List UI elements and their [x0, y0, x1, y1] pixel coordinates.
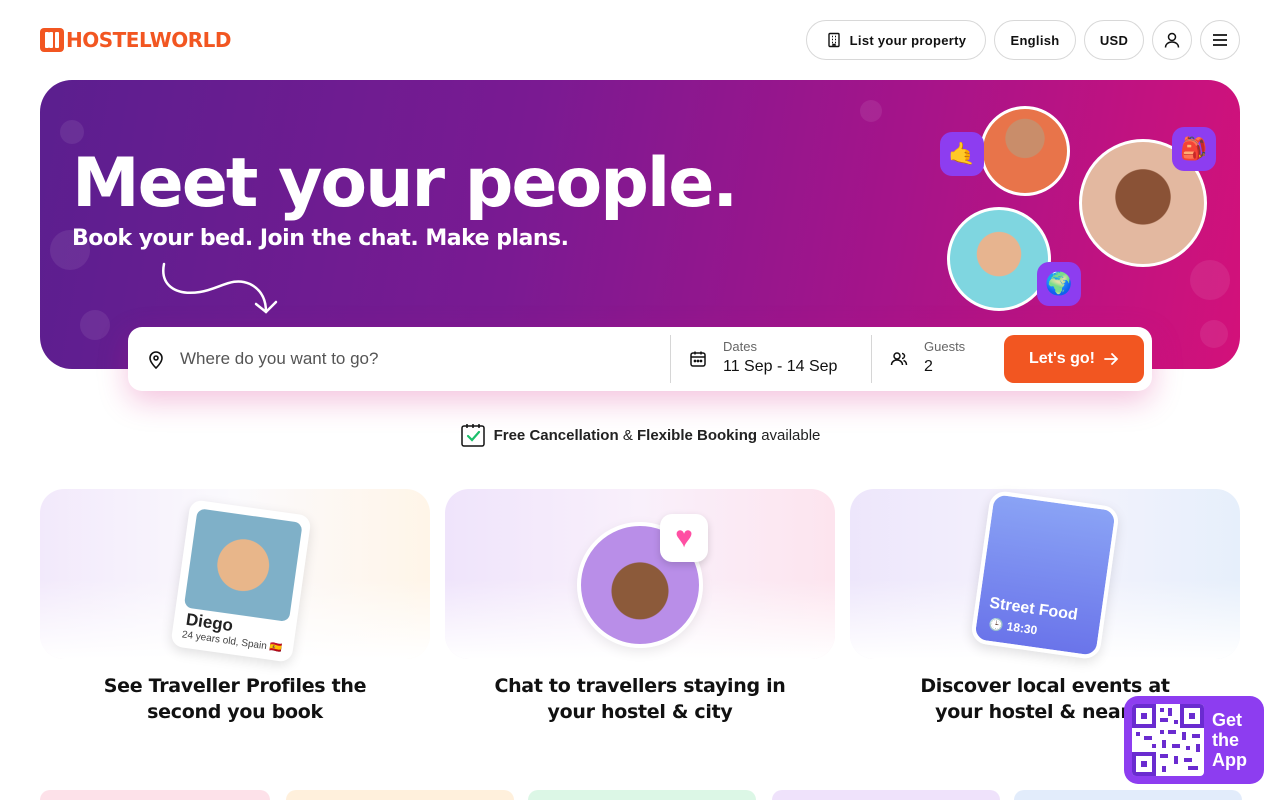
- backpack-icon: 🎒: [1172, 127, 1216, 171]
- traveller-profile-card: Diego 24 years old, Spain 🇪🇸: [170, 499, 312, 663]
- globe-icon: 🌍: [1037, 262, 1081, 306]
- shaka-hand-icon: 🤙: [940, 132, 984, 176]
- search-bar: Dates 11 Sep - 14 Sep Guests 2 Let's go!: [128, 327, 1152, 391]
- menu-button[interactable]: [1200, 20, 1240, 60]
- category-card[interactable]: [772, 790, 1000, 800]
- joiner-text: &: [622, 426, 633, 444]
- arrow-right-icon: [1104, 353, 1119, 365]
- category-card[interactable]: [40, 790, 270, 800]
- destination-input[interactable]: [180, 343, 660, 375]
- get-app-line: App: [1212, 750, 1247, 770]
- search-submit-button[interactable]: Let's go!: [1004, 335, 1144, 383]
- feature-title-line: your hostel & city: [547, 701, 733, 723]
- guests-field[interactable]: Guests 2: [872, 327, 1002, 391]
- free-cancellation-text: Free Cancellation: [493, 426, 619, 444]
- category-card[interactable]: [286, 790, 514, 800]
- list-property-label: List your property: [849, 32, 967, 48]
- event-time-value: 18:30: [1005, 619, 1039, 638]
- building-icon: [827, 32, 840, 48]
- account-button[interactable]: [1152, 20, 1192, 60]
- get-app-label: Get the App: [1212, 710, 1247, 770]
- decor-dot: [1190, 260, 1230, 300]
- free-cancellation-banner: Free Cancellation & Flexible Booking ava…: [0, 422, 1280, 448]
- list-property-button[interactable]: List your property: [806, 20, 986, 60]
- decor-dot: [860, 100, 882, 122]
- qr-code-pattern: [1132, 704, 1204, 776]
- hero-title: Meet your people.: [72, 144, 738, 223]
- dates-field[interactable]: Dates 11 Sep - 14 Sep: [671, 327, 871, 391]
- event-card: Street Food 🕒 18:30: [969, 489, 1121, 661]
- currency-button[interactable]: USD: [1084, 20, 1144, 60]
- guests-value: 2: [924, 358, 933, 375]
- category-card[interactable]: [1014, 790, 1242, 800]
- language-button[interactable]: English: [994, 20, 1076, 60]
- decor-dot: [1200, 320, 1228, 348]
- curly-arrow-icon: [162, 262, 278, 314]
- flexible-booking-text: Flexible Booking: [637, 426, 758, 444]
- qr-code-icon: [1132, 704, 1204, 776]
- available-text: available: [761, 426, 821, 444]
- hamburger-icon: [1213, 34, 1227, 46]
- feature-title-line: second you book: [147, 701, 323, 723]
- dates-label: Dates: [723, 339, 757, 354]
- dates-value: 11 Sep - 14 Sep: [723, 358, 838, 375]
- traveller-avatar: [980, 106, 1070, 196]
- guests-icon: [890, 352, 908, 366]
- user-icon: [1164, 32, 1180, 48]
- get-app-line: the: [1212, 730, 1239, 750]
- guests-label: Guests: [924, 339, 966, 354]
- decor-dot: [80, 310, 110, 340]
- hero-subtitle: Book your bed. Join the chat. Make plans…: [72, 226, 569, 251]
- site-header: HOSTELWORLD List your property English U…: [0, 0, 1280, 80]
- feature-title-profiles: See Traveller Profiles the second you bo…: [40, 673, 430, 725]
- calendar-icon: [690, 351, 706, 367]
- feature-title-line: See Traveller Profiles the: [103, 675, 367, 697]
- hostelworld-logo[interactable]: HOSTELWORLD: [40, 28, 231, 52]
- heart-chat-icon: ♥: [660, 514, 708, 562]
- location-pin-icon: [149, 351, 163, 369]
- search-submit-label: Let's go!: [1028, 350, 1096, 367]
- feature-title-line: Chat to travellers staying in: [494, 675, 786, 697]
- get-app-widget[interactable]: Get the App: [1124, 696, 1264, 784]
- category-card[interactable]: [528, 790, 756, 800]
- feature-title-chat: Chat to travellers staying in your hoste…: [445, 673, 835, 725]
- traveller-avatar: [947, 207, 1051, 311]
- event-time: 🕒 18:30: [987, 616, 1039, 638]
- decor-dot: [60, 120, 84, 144]
- logo-text: HOSTELWORLD: [66, 28, 231, 52]
- get-app-line: Get: [1212, 710, 1243, 730]
- calendar-check-icon: [460, 424, 485, 447]
- logo-mark-icon: [40, 28, 64, 52]
- hero-banner: Meet your people. Book your bed. Join th…: [40, 80, 1240, 369]
- profile-photo: [183, 508, 303, 623]
